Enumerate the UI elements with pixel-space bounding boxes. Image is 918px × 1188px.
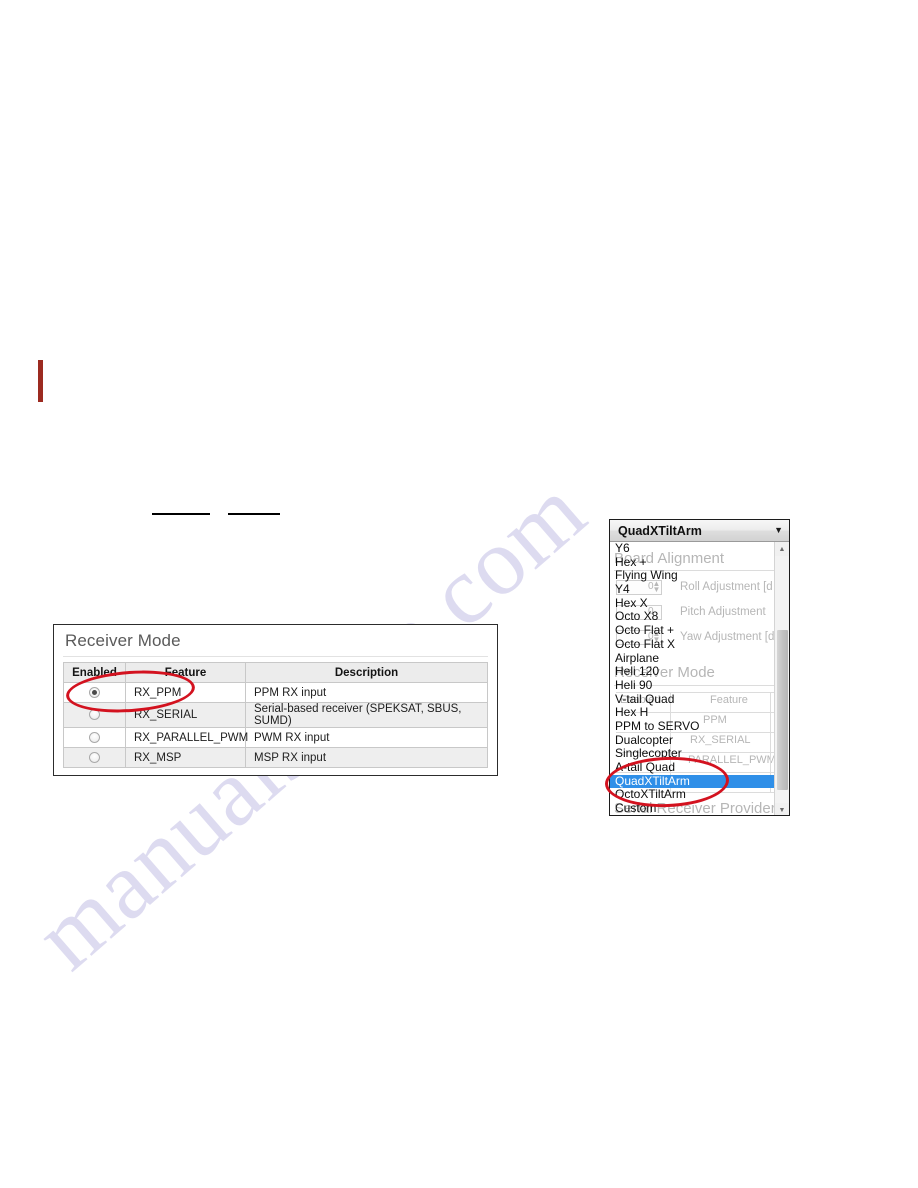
scroll-up-icon[interactable]: ▲ xyxy=(775,542,789,556)
radio-button-rx-parallel-pwm[interactable] xyxy=(89,731,100,743)
column-header-description: Description xyxy=(245,662,488,683)
receiver-mode-panel: Receiver Mode Enabled Feature Descriptio… xyxy=(53,624,498,776)
enabled-cell[interactable] xyxy=(63,727,126,748)
description-cell: PPM RX input xyxy=(245,682,488,703)
dropdown-option-ppm-to-servo[interactable]: PPM to SERVO xyxy=(610,719,789,734)
dropdown-selected-value: QuadXTiltArm xyxy=(618,523,702,538)
radio-button-rx-msp[interactable] xyxy=(89,751,100,763)
dropdown-option-heli-120[interactable]: Heli 120 xyxy=(610,664,789,679)
dropdown-option-octo-x8[interactable]: Octo X8 xyxy=(610,610,789,624)
dropdown-scrollbar[interactable]: ▲ ▼ xyxy=(774,542,789,815)
feature-cell: RX_PARALLEL_PWM xyxy=(125,727,248,748)
dropdown-option-v-tail-quad[interactable]: V-tail Quad xyxy=(610,692,789,707)
table-row[interactable]: RX_SERIAL Serial-based receiver (SPEKSAT… xyxy=(63,702,488,728)
dropdown-option-octoxtiltarm[interactable]: OctoXTiltArm xyxy=(610,788,789,802)
feature-cell: RX_SERIAL xyxy=(125,702,246,728)
dropdown-option-airplane[interactable]: Airplane xyxy=(610,651,789,666)
dropdown-option-heli-90[interactable]: Heli 90 xyxy=(610,678,789,693)
redaction-line-2 xyxy=(228,513,280,515)
table-row[interactable]: RX_MSP MSP RX input xyxy=(63,747,488,768)
dropdown-option-y6[interactable]: Y6 xyxy=(610,541,789,556)
dropdown-option-flying-wing[interactable]: Flying Wing xyxy=(610,569,789,583)
dropdown-option-hex-h[interactable]: Hex H xyxy=(610,706,789,720)
change-bar xyxy=(38,360,43,402)
table-row[interactable]: RX_PPM PPM RX input xyxy=(63,682,488,703)
radio-button-rx-serial[interactable] xyxy=(89,709,100,721)
radio-button-rx-ppm[interactable] xyxy=(89,686,100,698)
redaction-line-1 xyxy=(152,513,210,515)
description-cell: Serial-based receiver (SPEKSAT, SBUS, SU… xyxy=(245,702,488,728)
dropdown-header[interactable]: QuadXTiltArm ▼ xyxy=(610,520,789,542)
dropdown-option-dualcopter[interactable]: Dualcopter xyxy=(610,733,789,748)
dropdown-option-hex-x[interactable]: Hex X xyxy=(610,596,789,611)
enabled-cell[interactable] xyxy=(63,702,126,728)
scroll-down-icon[interactable]: ▼ xyxy=(775,803,789,815)
dropdown-option-custom[interactable]: Custom xyxy=(610,801,789,815)
dropdown-option-octo-flat[interactable]: Octo Flat + xyxy=(610,623,789,638)
description-cell: MSP RX input xyxy=(245,747,488,768)
feature-cell: RX_PPM xyxy=(125,682,246,703)
dropdown-option-y4[interactable]: Y4 xyxy=(610,582,789,597)
title-divider xyxy=(63,656,488,657)
receiver-mode-table: Enabled Feature Description RX_PPM PPM R… xyxy=(63,662,488,768)
feature-cell: RX_MSP xyxy=(125,747,246,768)
dropdown-option-octo-flat-x[interactable]: Octo Flat X xyxy=(610,637,789,652)
dropdown-option-hex[interactable]: Hex + xyxy=(610,555,789,570)
chevron-down-icon: ▼ xyxy=(774,525,783,535)
enabled-cell[interactable] xyxy=(63,682,126,703)
dropdown-option-a-tail-quad[interactable]: A-tail Quad xyxy=(610,760,789,775)
receiver-mode-title: Receiver Mode xyxy=(65,631,181,650)
enabled-cell[interactable] xyxy=(63,747,126,768)
dropdown-option-list[interactable]: Y6 Hex + Flying Wing Y4 Hex X Octo X8 Octo Fla… xyxy=(610,541,789,815)
description-cell: PWM RX input xyxy=(245,727,488,748)
scrollbar-thumb[interactable] xyxy=(777,630,788,790)
table-header-row: Enabled Feature Description xyxy=(63,662,488,683)
column-header-feature: Feature xyxy=(125,662,246,683)
configuration-dropdown[interactable]: QuadXTiltArm ▼ Board Alignment 0 ▲ ▼ Roll… xyxy=(609,519,790,816)
dropdown-option-quadxtiltarm[interactable]: QuadXTiltArm xyxy=(610,774,774,789)
column-header-enabled: Enabled xyxy=(63,662,126,683)
dropdown-option-singlecopter[interactable]: Singlecopter xyxy=(610,747,789,761)
table-row[interactable]: RX_PARALLEL_PWM PWM RX input xyxy=(63,727,488,748)
